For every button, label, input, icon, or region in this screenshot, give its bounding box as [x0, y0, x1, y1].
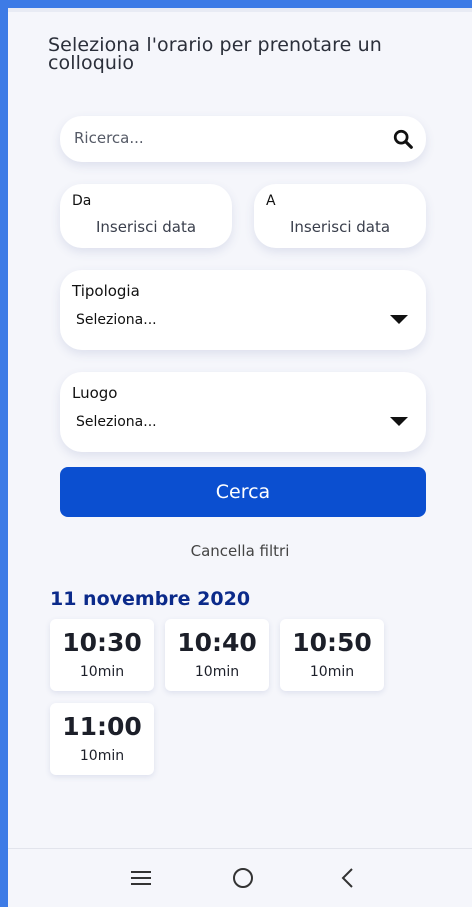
- type-value: Seleziona...: [76, 312, 157, 328]
- search-icon[interactable]: [392, 128, 414, 150]
- place-label: Luogo: [72, 384, 118, 402]
- date-from-value: Inserisci data: [95, 218, 197, 236]
- place-value: Seleziona...: [76, 414, 157, 430]
- slot-duration: 10min: [79, 748, 125, 764]
- slot-duration: 10min: [79, 664, 125, 680]
- type-label: Tipologia: [72, 282, 140, 300]
- app-screen: Seleziona l'orario per prenotare un coll…: [8, 8, 472, 907]
- slot-duration: 10min: [194, 664, 240, 680]
- chevron-down-icon: [390, 417, 408, 426]
- time-slot[interactable]: 10:30 10min: [50, 619, 154, 691]
- clear-filters-link[interactable]: Cancella filtri: [8, 542, 472, 560]
- slot-duration: 10min: [309, 664, 355, 680]
- chevron-down-icon: [390, 315, 408, 324]
- back-icon[interactable]: [333, 863, 363, 893]
- search-input[interactable]: Ricerca...: [60, 116, 426, 162]
- system-nav-bar: [8, 848, 472, 907]
- status-divider: [8, 8, 472, 12]
- type-select[interactable]: Tipologia Seleziona...: [60, 270, 426, 350]
- menu-icon[interactable]: [126, 863, 156, 893]
- time-slot[interactable]: 10:40 10min: [165, 619, 269, 691]
- date-to-label: A: [266, 193, 276, 209]
- search-placeholder: Ricerca...: [74, 129, 144, 147]
- home-icon[interactable]: [228, 863, 258, 893]
- slot-time: 10:40: [177, 628, 257, 657]
- slot-time: 11:00: [62, 712, 142, 741]
- slot-time: 10:30: [62, 628, 142, 657]
- slot-time: 10:50: [292, 628, 372, 657]
- results-date: 11 novembre 2020: [50, 588, 251, 610]
- time-slot[interactable]: 11:00 10min: [50, 703, 154, 775]
- date-from-label: Da: [72, 193, 92, 209]
- date-to-field[interactable]: A Inserisci data: [254, 184, 426, 248]
- time-slot[interactable]: 10:50 10min: [280, 619, 384, 691]
- date-to-value: Inserisci data: [289, 218, 391, 236]
- place-select[interactable]: Luogo Seleziona...: [60, 372, 426, 452]
- page-title: Seleziona l'orario per prenotare un coll…: [48, 34, 382, 74]
- date-from-field[interactable]: Da Inserisci data: [60, 184, 232, 248]
- search-button[interactable]: Cerca: [60, 467, 426, 517]
